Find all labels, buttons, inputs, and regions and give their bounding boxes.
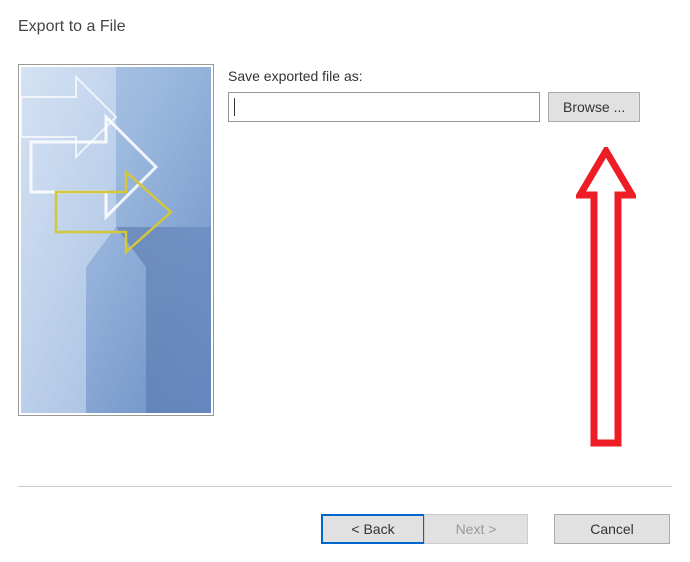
content-area: Save exported file as: Browse ...	[0, 36, 690, 416]
separator	[18, 486, 672, 487]
browse-button[interactable]: Browse ...	[548, 92, 640, 122]
dialog-title: Export to a File	[0, 0, 690, 36]
file-path-input[interactable]	[228, 92, 540, 122]
form-area: Save exported file as: Browse ...	[228, 64, 672, 416]
input-row: Browse ...	[228, 92, 672, 122]
nav-button-group: < Back Next >	[321, 514, 528, 544]
export-wizard-icon	[21, 67, 211, 413]
cancel-button[interactable]: Cancel	[554, 514, 670, 544]
file-path-label: Save exported file as:	[228, 68, 672, 84]
button-bar: < Back Next > Cancel	[321, 514, 670, 544]
back-button[interactable]: < Back	[321, 514, 425, 544]
wizard-image-panel	[18, 64, 214, 416]
text-cursor-icon	[234, 98, 235, 116]
next-button: Next >	[424, 514, 528, 544]
